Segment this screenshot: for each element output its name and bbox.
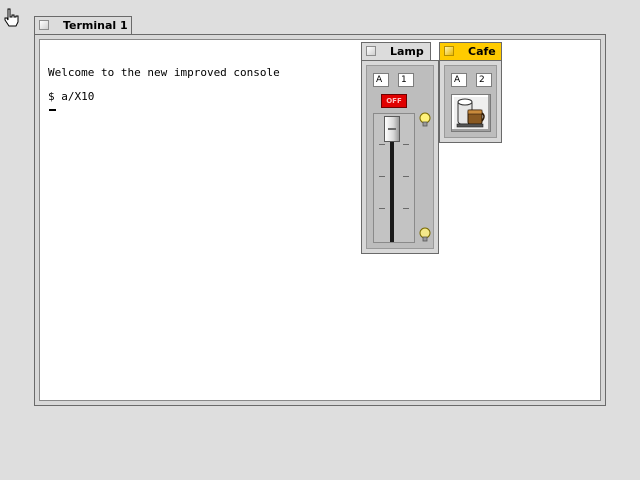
terminal-line: $ a/X10 (48, 90, 95, 103)
brightness-slider-thumb[interactable] (384, 116, 400, 142)
lamp-window-title: Lamp (390, 45, 424, 58)
lamp-window-tab[interactable]: Lamp (361, 42, 431, 60)
terminal-window-title: Terminal 1 (63, 19, 128, 32)
slider-tick (403, 176, 409, 177)
slider-tick (403, 144, 409, 145)
cafe-window-title: Cafe (468, 45, 496, 58)
lamp-unit-code-field[interactable]: 1 (398, 73, 414, 87)
cafe-panel: A 2 (444, 65, 497, 138)
terminal-window: Welcome to the new improved console $ a/… (34, 34, 606, 406)
cafe-house-code-field[interactable]: A (451, 73, 467, 87)
light-bulb-off-icon (419, 227, 431, 242)
slider-tick (379, 176, 385, 177)
lamp-off-button[interactable]: OFF (381, 94, 407, 108)
terminal-text-view[interactable]: Welcome to the new improved console $ a/… (39, 39, 601, 401)
terminal-cursor (49, 109, 56, 111)
hand-pointer-icon (4, 8, 19, 27)
slider-tick (379, 208, 385, 209)
terminal-line: Welcome to the new improved console (48, 66, 280, 79)
slider-tick (403, 208, 409, 209)
close-box-icon[interactable] (39, 20, 49, 30)
cafe-window-tab[interactable]: Cafe (439, 42, 502, 60)
lamp-panel: A 1 OFF (366, 65, 434, 249)
close-box-icon[interactable] (444, 46, 454, 56)
lamp-house-code-field[interactable]: A (373, 73, 389, 87)
slider-tick (379, 144, 385, 145)
lamp-window: A 1 OFF (361, 60, 439, 254)
cafe-window: A 2 (439, 60, 502, 143)
coffee-maker-button[interactable] (451, 94, 491, 132)
light-bulb-on-icon (419, 112, 431, 127)
close-box-icon[interactable] (366, 46, 376, 56)
coffee-maker-icon (456, 98, 485, 128)
terminal-window-tab[interactable]: Terminal 1 (34, 16, 132, 34)
cafe-unit-code-field[interactable]: 2 (476, 73, 492, 87)
